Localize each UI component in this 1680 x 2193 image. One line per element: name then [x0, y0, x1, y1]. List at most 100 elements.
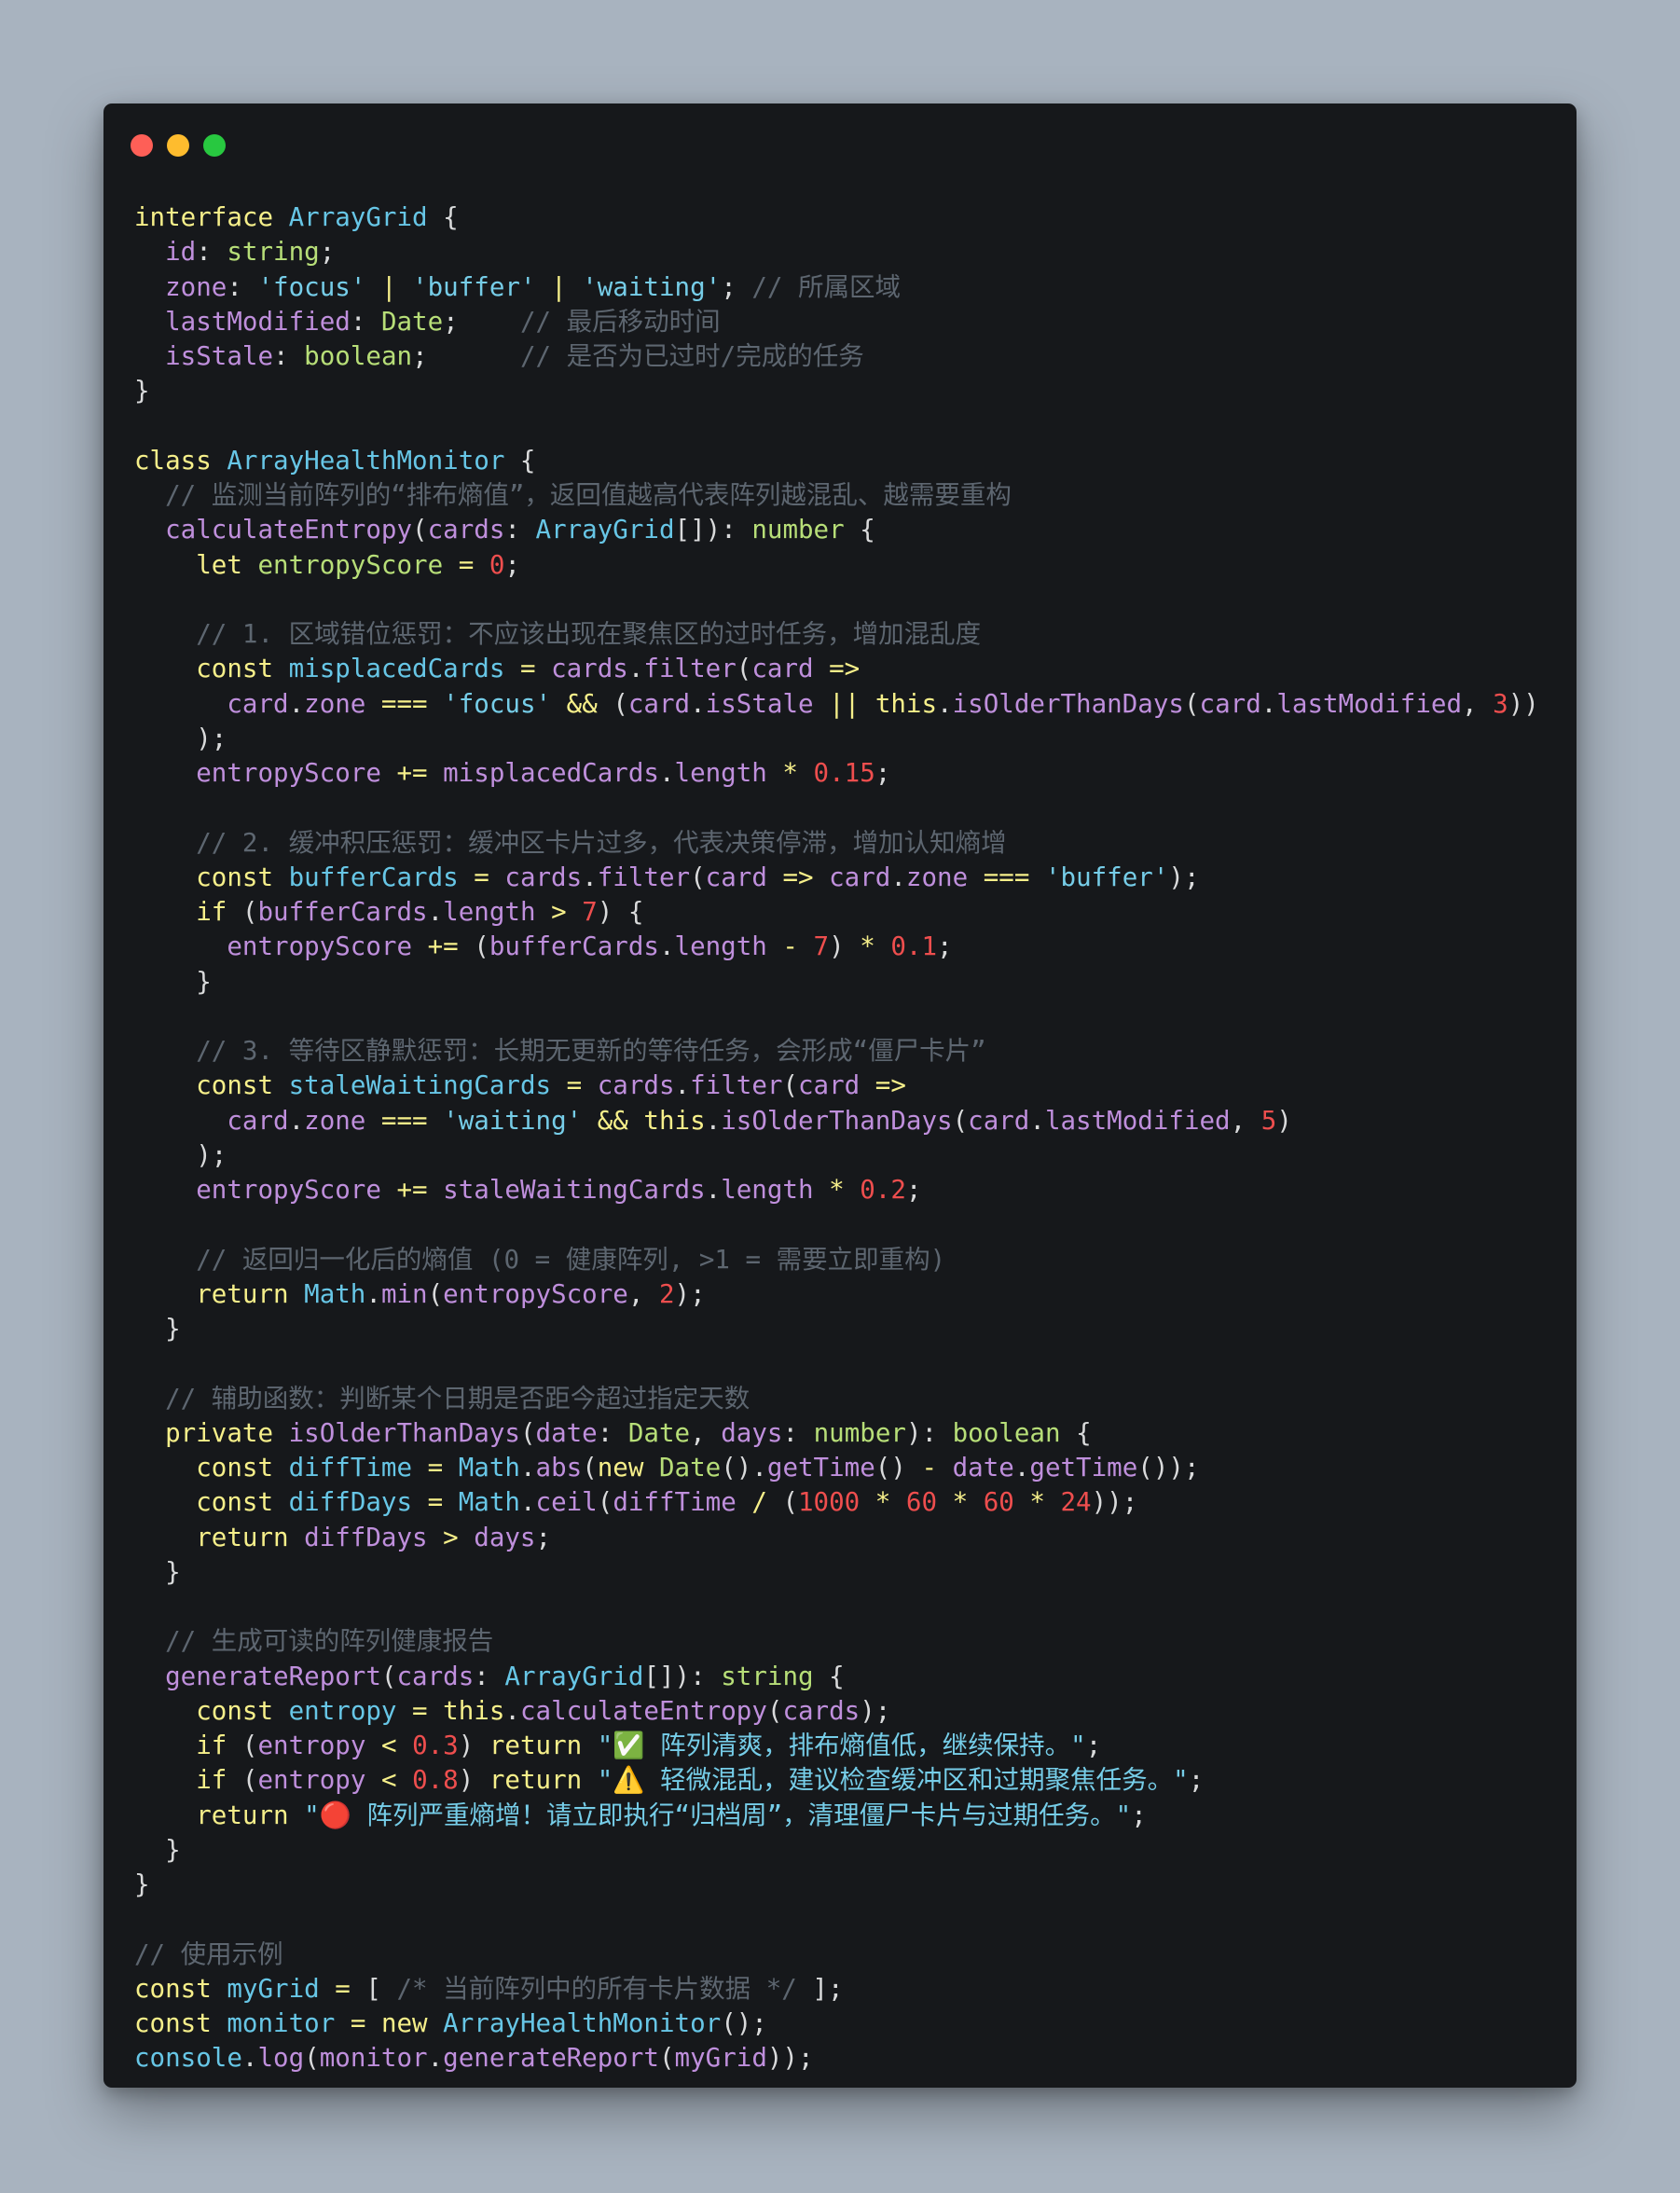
code-token-punct: );: [1168, 862, 1200, 892]
code-line: if (entropy < 0.8) return "⚠️ 轻微混乱，建议检查缓…: [134, 1763, 1539, 1798]
code-token-keyword: const: [196, 1453, 274, 1483]
code-line: entropyScore += staleWaitingCards.length…: [134, 1173, 1539, 1207]
code-token-method: generateReport: [443, 2043, 659, 2074]
code-token-prim: boolean: [304, 341, 413, 371]
code-line: console.log(monitor.generateReport(myGri…: [134, 2041, 1539, 2076]
code-token-punct: .: [705, 1175, 722, 1205]
code-token-string: 'focus': [443, 688, 552, 719]
code-token-comment: // 1. 区域错位惩罚：不应该出现在聚焦区的过时任务，增加混乱度: [196, 619, 982, 649]
code-line: const staleWaitingCards = cards.filter(c…: [134, 1069, 1539, 1103]
minimize-button[interactable]: [167, 134, 189, 157]
code-token-prop: lastModified: [165, 306, 351, 337]
code-token-prop: cards: [597, 1070, 675, 1101]
code-token-punct: .: [519, 1487, 536, 1518]
code-token-number: 0: [489, 549, 505, 580]
code-token-operator: |: [535, 271, 583, 302]
code-token-operator: >: [427, 1522, 475, 1552]
code-token-prop: diffDays: [304, 1522, 428, 1552]
code-token-keyword: interface: [134, 202, 274, 232]
code-token-keyword: let: [196, 549, 242, 580]
code-token-prop: days: [474, 1522, 536, 1552]
code-token-punct: (: [227, 897, 258, 927]
code-token-prop: days: [721, 1417, 783, 1448]
code-token-punct: ;: [504, 549, 520, 580]
code-token-keyword: return: [196, 1522, 289, 1552]
code-token-prop: bufferCards: [489, 931, 659, 962]
code-token-punct: (: [736, 654, 752, 684]
code-line: card.zone === 'waiting' && this.isOlderT…: [134, 1104, 1539, 1138]
code-token-punct: ,: [1230, 1105, 1261, 1136]
code-token-prop: card: [227, 1105, 289, 1136]
code-token-punct: :: [782, 1417, 814, 1448]
code-token-prop: card: [705, 862, 767, 892]
code-token-punct: ;: [1085, 1731, 1102, 1760]
code-token-prop: isStale: [165, 341, 274, 371]
code-line: }: [134, 1555, 1539, 1590]
code-token-punct: .: [690, 688, 706, 719]
code-line: const myGrid = [ /* 当前阵列中的所有卡片数据 */ ];: [134, 1972, 1539, 2007]
code-token-operator: /: [736, 1487, 783, 1518]
code-token-prop: length: [443, 897, 536, 927]
code-token-operator: =>: [813, 654, 861, 684]
code-token-type: entropy: [288, 1695, 397, 1726]
code-token-prop: card: [1199, 688, 1261, 719]
code-line: private isOlderThanDays(date: Date, days…: [134, 1416, 1539, 1451]
code-token-prim: Date: [658, 1453, 722, 1483]
emoji-icon: ✅: [613, 1731, 645, 1760]
code-token-punct: {: [1060, 1417, 1092, 1448]
code-token-punct: );: [196, 723, 227, 753]
code-token-prop: card: [227, 688, 289, 719]
code-token-punct: ;: [721, 271, 752, 302]
code-token-comment: // 3. 等待区静默惩罚：长期无更新的等待任务，会形成“僵尸卡片”: [196, 1036, 986, 1066]
code-token-prop: cards: [396, 1661, 475, 1691]
code-token-prop: entropyScore: [196, 1175, 381, 1205]
code-line: }: [134, 1312, 1539, 1346]
code-token-prim: number: [751, 515, 845, 545]
code-token-punct: {: [427, 202, 459, 232]
code-line: let entropyScore = 0;: [134, 548, 1539, 583]
code-token-punct: ) {: [597, 897, 644, 927]
code-token-method: calculateEntropy: [519, 1695, 767, 1726]
maximize-button[interactable]: [203, 134, 226, 157]
code-token-operator: =>: [860, 1070, 906, 1101]
code-token-comment: // 使用示例: [134, 1938, 283, 1969]
code-line: interface ArrayGrid {: [134, 200, 1539, 235]
code-line: // 3. 等待区静默惩罚：长期无更新的等待任务，会形成“僵尸卡片”: [134, 1034, 1539, 1069]
close-button[interactable]: [131, 134, 153, 157]
code-token-punct: :: [597, 1417, 628, 1448]
code-token-method: calculateEntropy: [165, 515, 413, 545]
code-token-punct: .: [504, 1695, 520, 1726]
code-token-operator: <: [365, 1765, 413, 1796]
code-line: const misplacedCards = cards.filter(card…: [134, 652, 1539, 686]
code-token-type: staleWaitingCards: [288, 1070, 552, 1101]
code-line: const bufferCards = cards.filter(card =>…: [134, 861, 1539, 895]
code-token-punct: (: [766, 1695, 783, 1726]
code-token-prop: cards: [504, 862, 583, 892]
code-token-punct: );: [860, 1695, 891, 1726]
code-token-number: 1000: [798, 1487, 861, 1518]
code-token-keyword: this: [643, 1105, 706, 1136]
code-token-operator: *: [844, 931, 891, 962]
code-token-number: 3: [1493, 688, 1508, 719]
code-token-prop: length: [674, 931, 767, 962]
code-token-punct: }: [165, 1556, 181, 1587]
code-line: );: [134, 722, 1539, 756]
code-token-punct: ();: [721, 2008, 767, 2038]
code-token-punct: ;: [412, 341, 520, 371]
code-line: );: [134, 1138, 1539, 1173]
code-line: }: [134, 965, 1539, 1000]
code-token-comment: // 最后移动时间: [519, 306, 721, 337]
code-token-number: 60: [983, 1487, 1014, 1518]
code-token-punct: .: [288, 688, 305, 719]
code-token-punct: .: [658, 758, 675, 788]
